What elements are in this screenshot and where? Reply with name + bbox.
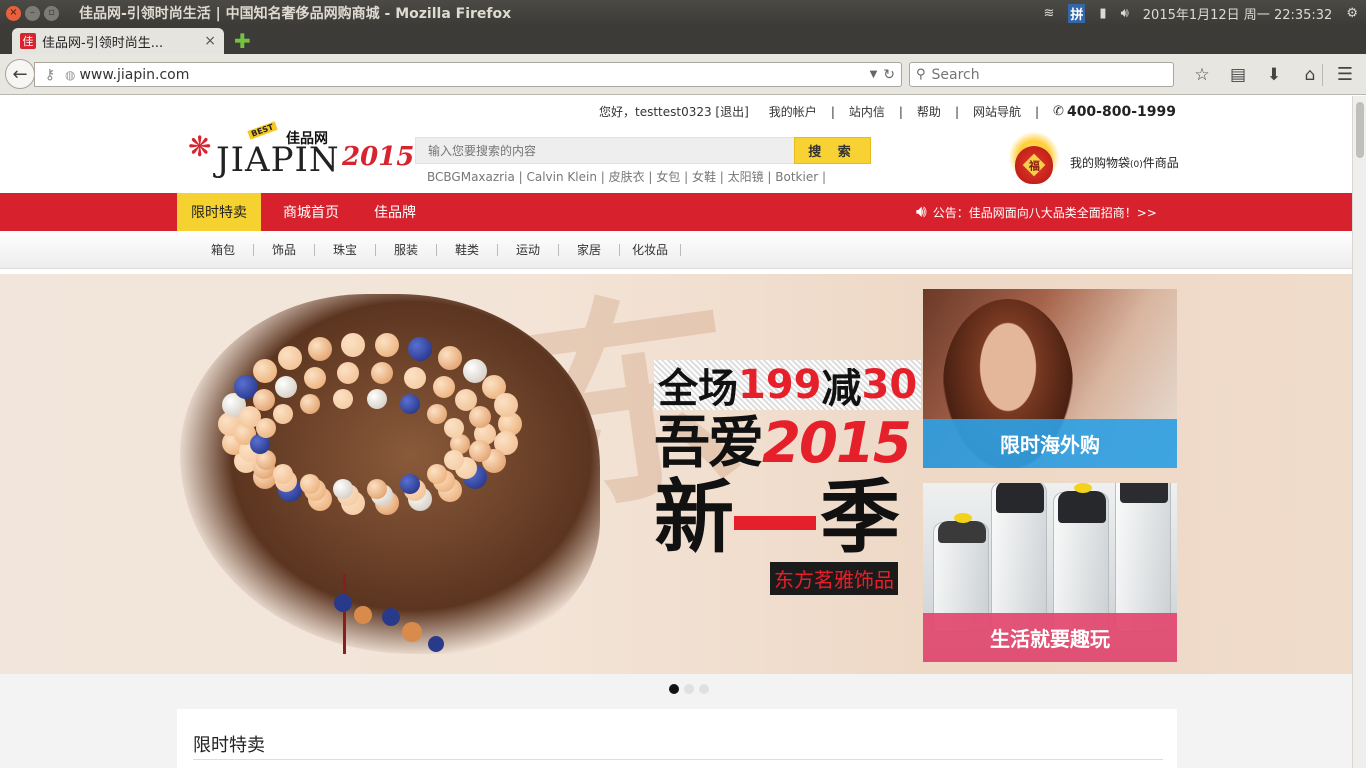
back-arrow-icon[interactable]: ←: [5, 59, 35, 89]
scrollbar-thumb[interactable]: [1356, 102, 1364, 158]
url-dropdown-chevron-icon[interactable]: ▼: [870, 69, 878, 80]
battery-icon[interactable]: ▮: [1099, 6, 1106, 21]
cart-count: (0): [1130, 160, 1143, 170]
user-greeting-link[interactable]: 您好，testtest0323 [退出]: [599, 103, 749, 120]
carousel-indicators: [0, 674, 1352, 710]
toolbar-icons: ☆ ▤ ⬇ ⌂: [1184, 62, 1328, 87]
announcement-text[interactable]: 公告：佳品网面向八大品类全面招商！>>: [933, 204, 1157, 221]
carousel-dot-3[interactable]: [699, 684, 709, 694]
announcement[interactable]: 🔊︎ 公告：佳品网面向八大品类全面招商！>>: [916, 193, 1157, 231]
window-controls: × – ▫: [6, 5, 59, 21]
divider: |: [954, 104, 959, 119]
tab-title: 佳品网-引领时尚生...: [42, 35, 164, 51]
carousel-dot-2[interactable]: [684, 684, 694, 694]
hero-banner[interactable]: 东 全场 199 减 30 吾爱2015 新季 东方茗雅饰品 限时海外购 生活就要趣玩: [0, 274, 1352, 674]
site-favicon-icon: 佳: [20, 33, 36, 49]
browser-search-box[interactable]: ⚲: [909, 62, 1174, 87]
messages-link[interactable]: 站内信: [849, 103, 885, 120]
category-accessories[interactable]: 饰品: [254, 244, 315, 256]
window-close-button[interactable]: ×: [6, 5, 21, 21]
overseas-flash-card[interactable]: 限时海外购: [923, 289, 1177, 468]
url-text[interactable]: www.jiapin.com: [79, 67, 869, 83]
jiapin-logo[interactable]: ❋ JIAPIN 佳品网 BEST 2015: [186, 121, 414, 188]
category-shoes[interactable]: 鞋类: [437, 244, 498, 256]
promo-headline-2015: 吾爱2015: [654, 411, 912, 476]
divider: |: [1035, 104, 1040, 119]
nav-mall-home[interactable]: 商城首页: [283, 193, 339, 231]
help-link[interactable]: 帮助: [917, 103, 941, 120]
divider: |: [830, 104, 835, 119]
logo-year: 2015: [342, 142, 415, 172]
url-bar[interactable]: ⚷ ◍ www.jiapin.com ▼ ↻: [34, 62, 902, 87]
downloads-arrow-icon[interactable]: ⬇: [1256, 62, 1292, 87]
fun-life-label: 生活就要趣玩: [923, 613, 1177, 662]
browser-tab[interactable]: 佳 佳品网-引领时尚生... ×: [12, 28, 224, 54]
tassel-image: [343, 574, 346, 654]
page-scrollbar[interactable]: [1352, 96, 1366, 768]
search-icon: ⚲: [916, 67, 926, 82]
category-cosmetics[interactable]: 化妆品: [620, 244, 681, 256]
power-gear-icon[interactable]: ⚙: [1346, 6, 1358, 21]
hotline-number: 400-800-1999: [1066, 103, 1176, 120]
category-sports[interactable]: 运动: [498, 244, 559, 256]
site-search-box[interactable]: [415, 137, 795, 164]
bead-bracelet-image: [200, 314, 540, 574]
os-title-bar: × – ▫ 佳品网-引领时尚生活 | 中国知名奢侈品网购商城 - Mozilla…: [0, 0, 1366, 26]
main-nav: 限时特卖 商城首页 佳品牌 🔊︎ 公告：佳品网面向八大品类全面招商！>>: [0, 193, 1352, 231]
fun-life-card[interactable]: 生活就要趣玩: [923, 483, 1177, 662]
new-tab-plus-icon[interactable]: ✚: [234, 31, 251, 51]
bookmark-star-icon[interactable]: ☆: [1184, 62, 1220, 87]
clock[interactable]: 2015年1月12日 周一 22:35:32: [1143, 4, 1333, 23]
logo-brand-cn: 佳品网: [286, 131, 328, 147]
chinese-knot-icon: ❋: [188, 130, 212, 163]
system-tray: ≋ 拼 ▮ 🔊︎ 2015年1月12日 周一 22:35:32 ⚙: [1044, 0, 1358, 26]
speaker-icon: 🔊︎: [916, 202, 927, 222]
input-method-indicator[interactable]: 拼: [1068, 3, 1086, 23]
hamburger-menu-icon[interactable]: ☰: [1330, 62, 1360, 87]
section-divider: [193, 759, 1163, 760]
overseas-flash-label: 限时海外购: [923, 419, 1177, 468]
hot-search-keywords[interactable]: BCBGMaxazria | Calvin Klein | 皮肤衣 | 女包 |…: [427, 168, 826, 185]
promo-brand-tag: 东方茗雅饰品: [770, 562, 898, 595]
nav-jiapin-brands[interactable]: 佳品牌: [374, 193, 416, 231]
category-jewelry[interactable]: 珠宝: [315, 244, 376, 256]
bookmarks-list-icon[interactable]: ▤: [1220, 62, 1256, 87]
window-minimize-button[interactable]: –: [25, 5, 40, 21]
site-nav-link[interactable]: 网站导航: [973, 103, 1021, 120]
volume-icon[interactable]: 🔊︎: [1121, 6, 1129, 21]
flash-sale-section: 限时特卖: [177, 709, 1177, 768]
browser-search-input[interactable]: [931, 66, 1152, 83]
promo-headline-discount: 全场 199 减 30: [654, 360, 922, 412]
wifi-icon[interactable]: ≋: [1044, 6, 1055, 21]
divider: |: [898, 104, 903, 119]
category-apparel[interactable]: 服装: [376, 244, 437, 256]
lucky-bag-cart-icon[interactable]: 福: [1005, 132, 1063, 188]
site-search-button[interactable]: 搜 索: [794, 137, 871, 164]
category-nav: 箱包 饰品 珠宝 服装 鞋类 运动 家居 化妆品: [0, 231, 1352, 269]
category-home[interactable]: 家居: [559, 244, 620, 256]
my-account-link[interactable]: 我的帐户: [769, 103, 817, 120]
tab-strip: 佳 佳品网-引领时尚生... ×: [0, 26, 1366, 54]
site-search-input[interactable]: [428, 143, 778, 158]
carousel-dot-1[interactable]: [669, 684, 679, 694]
nav-flash-sale[interactable]: 限时特卖: [177, 193, 261, 231]
toolbar-divider: [1322, 64, 1323, 86]
page-viewport: 您好，testtest0323 [退出] 我的帐户 | 站内信 | 帮助 | 网…: [0, 96, 1352, 768]
top-links-bar: 您好，testtest0323 [退出] 我的帐户 | 站内信 | 帮助 | 网…: [0, 96, 1352, 126]
browser-navbar: ← ⚷ ◍ www.jiapin.com ▼ ↻ ⚲ ☆ ▤ ⬇ ⌂ ☰: [0, 54, 1366, 95]
phone-icon: ✆: [1053, 104, 1064, 119]
window-maximize-button[interactable]: ▫: [44, 5, 59, 21]
tab-close-icon[interactable]: ×: [204, 33, 216, 49]
window-title: 佳品网-引领时尚生活 | 中国知名奢侈品网购商城 - Mozilla Firef…: [79, 6, 512, 22]
promo-headline-new-season: 新季: [654, 471, 900, 564]
category-bags[interactable]: 箱包: [193, 244, 254, 256]
shopping-bag-link[interactable]: 我的购物袋(0)件商品: [1070, 154, 1179, 171]
section-title: 限时特卖: [193, 735, 265, 756]
site-identity-key-icon[interactable]: ⚷: [35, 67, 65, 83]
reload-icon[interactable]: ↻: [883, 67, 895, 83]
globe-icon: ◍: [65, 67, 76, 82]
